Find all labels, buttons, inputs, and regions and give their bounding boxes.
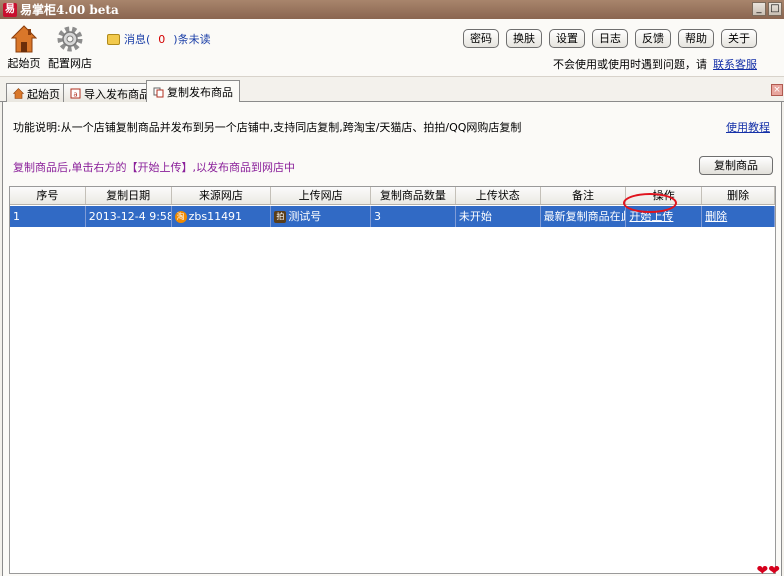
col-upload-status[interactable]: 上传状态: [456, 187, 541, 204]
source-shop-name: zbs11491: [188, 209, 243, 223]
target-shop-name: 测试号: [288, 209, 322, 223]
home-icon: [13, 88, 24, 99]
config-shop-tool[interactable]: 配置网店: [48, 23, 92, 71]
feedback-button[interactable]: 反馈: [635, 29, 671, 48]
top-toolbar: 起始页 配置网店 消息( 0 )条未读 密码 换肤 设置 日志 反馈 帮助 关于 不…: [0, 19, 784, 77]
col-source-shop[interactable]: 来源网店: [172, 187, 272, 204]
window-title: 易掌柜4.00 beta: [20, 3, 119, 17]
tutorial-link[interactable]: 使用教程: [726, 119, 770, 135]
config-shop-tool-label: 配置网店: [48, 57, 92, 70]
cell-note: 最新复制商品在此: [541, 206, 627, 227]
help-button[interactable]: 帮助: [678, 29, 714, 48]
highlight-circle-annotation: [623, 193, 677, 213]
settings-button[interactable]: 设置: [549, 29, 585, 48]
cell-target-shop: 拍 测试号: [271, 206, 372, 227]
copy-icon: [153, 87, 164, 97]
contact-support-link[interactable]: 联系客服: [713, 58, 757, 71]
tab-copy-publish-label: 复制发布商品: [167, 86, 233, 99]
tab-home-label: 起始页: [27, 87, 60, 101]
hearts-icon: ❤❤: [756, 563, 780, 576]
gear-icon: [48, 23, 92, 53]
col-target-shop[interactable]: 上传网店: [271, 187, 372, 204]
skin-button[interactable]: 换肤: [506, 29, 542, 48]
tab-strip: 起始页 a 导入发布商品 复制发布商品: [0, 80, 784, 103]
paipai-icon: 拍: [274, 210, 287, 223]
cell-quantity: 3: [371, 206, 456, 227]
cell-upload-status: 未开始: [456, 206, 541, 227]
message-icon: [107, 33, 120, 45]
title-bar: 易 易掌柜4.00 beta _ □: [0, 0, 784, 19]
col-quantity[interactable]: 复制商品数量: [371, 187, 456, 204]
cell-source-shop: 淘 zbs11491: [172, 206, 272, 227]
window-controls: _ □: [752, 2, 782, 16]
house-icon: [2, 23, 46, 53]
copy-products-button[interactable]: 复制商品: [699, 156, 773, 175]
col-copy-date[interactable]: 复制日期: [86, 187, 172, 204]
tool-button-group: 密码 换肤 设置 日志 反馈 帮助 关于: [463, 29, 757, 48]
password-button[interactable]: 密码: [463, 29, 499, 48]
taobao-icon: 淘: [174, 210, 187, 223]
cell-index: 1: [10, 206, 86, 227]
app-logo-icon: 易: [3, 2, 17, 17]
cell-copy-date: 2013-12-4 9:58:...: [86, 206, 172, 227]
upload-hint: 复制商品后,单击右方的【开始上传】,以发布商品到网店中: [13, 161, 295, 174]
close-tab-icon[interactable]: ×: [771, 84, 783, 96]
tab-copy-publish[interactable]: 复制发布商品: [146, 80, 240, 103]
copy-tasks-grid: 序号 复制日期 来源网店 上传网店 复制商品数量 上传状态 备注 操作 删除 1…: [9, 186, 776, 574]
minimize-button[interactable]: _: [752, 2, 766, 16]
col-note[interactable]: 备注: [541, 187, 627, 204]
copy-publish-panel: 功能说明:从一个店铺复制商品并发布到另一个店铺中,支持同店复制,跨淘宝/天猫店、…: [2, 102, 782, 576]
tab-home[interactable]: 起始页: [6, 83, 67, 103]
tab-import-publish[interactable]: a 导入发布商品: [63, 83, 157, 103]
message-prefix: 消息(: [124, 33, 151, 46]
help-text: 不会使用或使用时遇到问题，请: [553, 58, 707, 71]
col-index[interactable]: 序号: [10, 187, 86, 204]
home-tool[interactable]: 起始页: [2, 23, 46, 71]
cell-delete: 删除: [702, 206, 775, 227]
svg-text:a: a: [73, 91, 77, 99]
delete-link[interactable]: 删除: [705, 207, 727, 227]
import-icon: a: [70, 88, 81, 99]
home-tool-label: 起始页: [7, 57, 41, 70]
col-delete[interactable]: 删除: [702, 187, 775, 204]
maximize-button[interactable]: □: [768, 2, 782, 16]
log-button[interactable]: 日志: [592, 29, 628, 48]
message-indicator[interactable]: 消息( 0 )条未读: [107, 31, 211, 47]
about-button[interactable]: 关于: [721, 29, 757, 48]
message-count: 0: [158, 32, 166, 46]
feature-description: 功能说明:从一个店铺复制商品并发布到另一个店铺中,支持同店复制,跨淘宝/天猫店、…: [13, 121, 522, 134]
tab-import-publish-label: 导入发布商品: [84, 87, 150, 101]
message-suffix: )条未读: [173, 33, 211, 46]
help-line: 不会使用或使用时遇到问题，请 联系客服: [553, 56, 757, 72]
